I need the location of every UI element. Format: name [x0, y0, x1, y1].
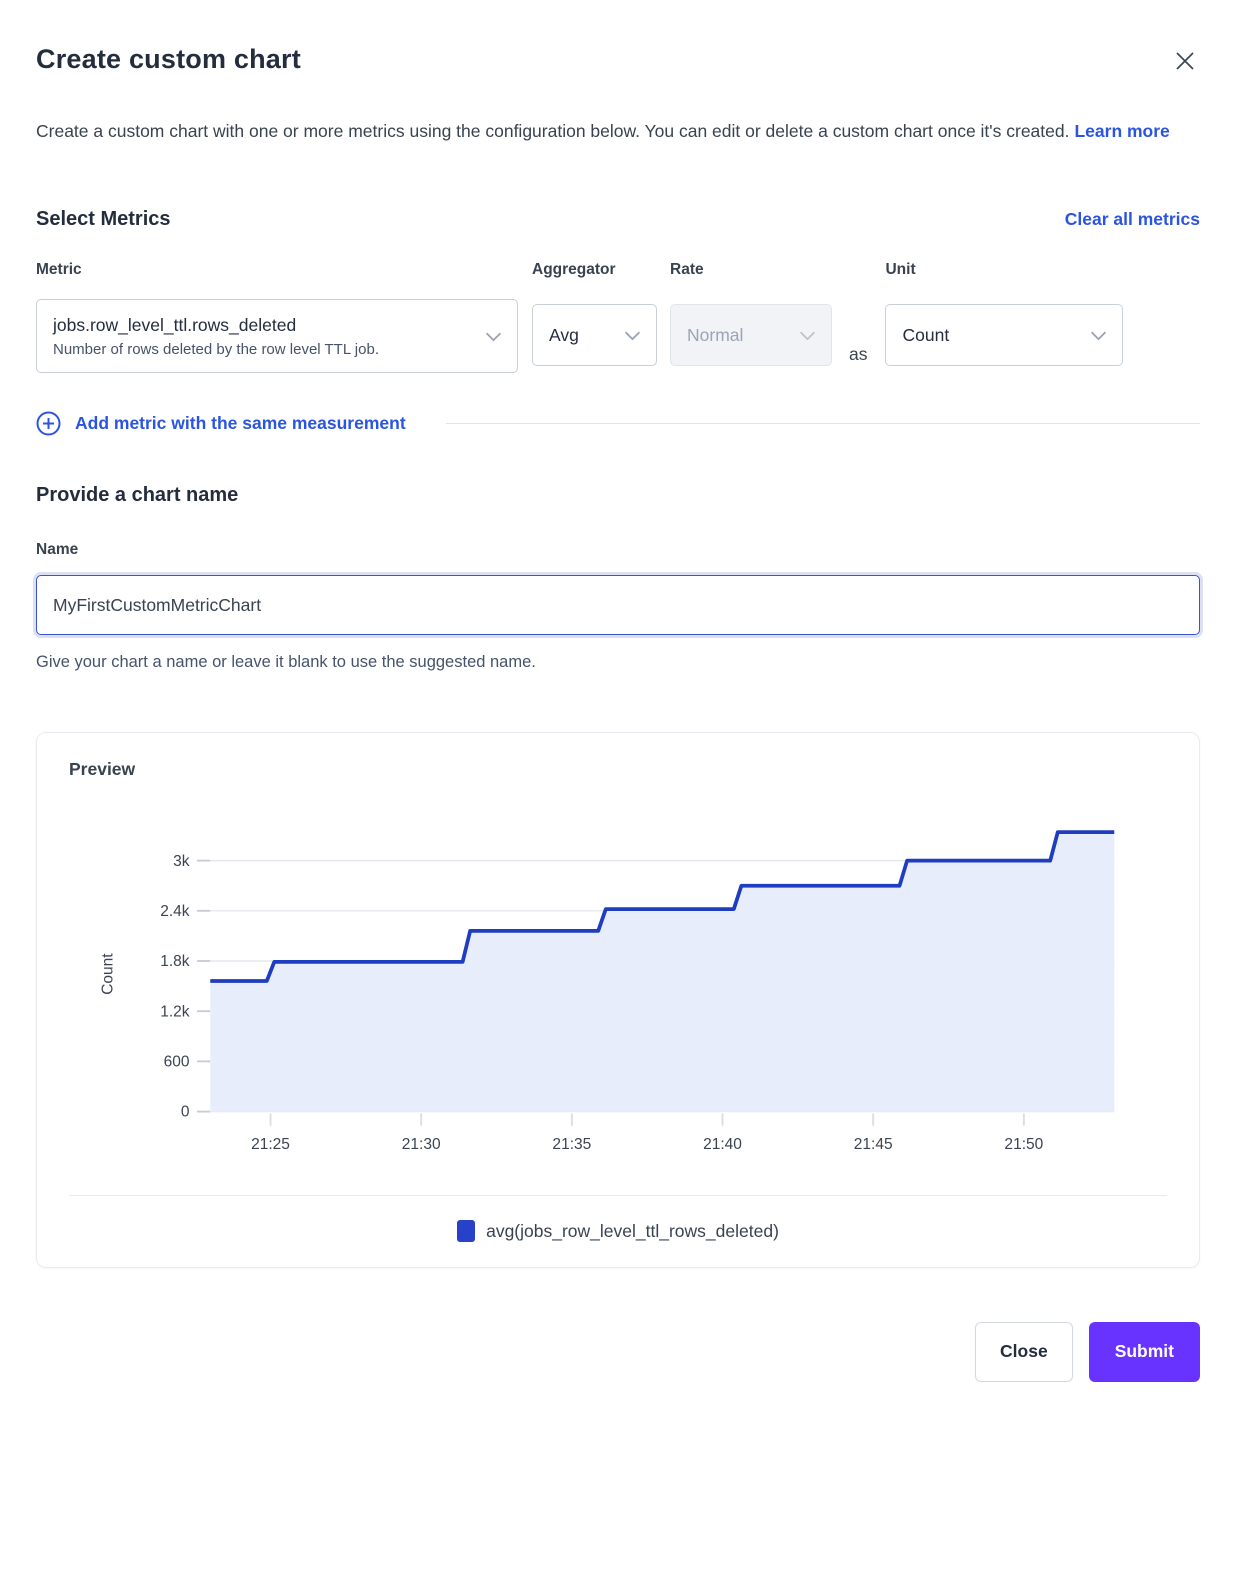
svg-text:Count: Count	[99, 953, 116, 995]
dialog-description: Create a custom chart with one or more m…	[36, 112, 1186, 150]
chart-name-input[interactable]	[36, 575, 1200, 635]
preview-heading: Preview	[69, 759, 1167, 780]
as-label: as	[849, 344, 867, 365]
unit-label: Unit	[885, 261, 1123, 283]
metric-select-description: Number of rows deleted by the row level …	[53, 339, 379, 360]
chevron-down-icon	[1091, 325, 1107, 341]
metric-label: Metric	[36, 261, 518, 283]
unit-select[interactable]: Count	[885, 304, 1123, 366]
plus-circle-icon	[36, 411, 61, 436]
dialog-footer: Close Submit	[36, 1322, 1200, 1382]
dialog-header: Create custom chart	[36, 44, 1200, 76]
svg-text:21:30: 21:30	[402, 1136, 441, 1153]
select-metrics-header: Select Metrics Clear all metrics	[36, 208, 1200, 231]
add-metric-label: Add metric with the same measurement	[75, 413, 406, 434]
svg-text:21:40: 21:40	[703, 1136, 742, 1153]
svg-text:2.4k: 2.4k	[160, 903, 190, 920]
unit-select-value: Count	[902, 325, 949, 346]
clear-all-metrics-link[interactable]: Clear all metrics	[1065, 209, 1200, 230]
x-icon	[1174, 50, 1196, 72]
svg-text:600: 600	[164, 1054, 190, 1071]
chart-legend: avg(jobs_row_level_ttl_rows_deleted)	[69, 1195, 1167, 1267]
chevron-down-icon	[800, 325, 816, 341]
aggregator-select[interactable]: Avg	[532, 304, 657, 366]
rate-field: Rate Normal	[657, 261, 832, 366]
add-metric-link[interactable]: Add metric with the same measurement	[36, 411, 406, 436]
description-text: Create a custom chart with one or more m…	[36, 121, 1069, 141]
chevron-down-icon	[625, 325, 641, 341]
svg-text:21:35: 21:35	[552, 1136, 591, 1153]
svg-text:1.8k: 1.8k	[160, 953, 190, 970]
legend-swatch	[457, 1220, 475, 1242]
svg-text:21:50: 21:50	[1004, 1136, 1043, 1153]
add-metric-row: Add metric with the same measurement	[36, 411, 1200, 436]
aggregator-select-value: Avg	[549, 325, 579, 346]
preview-chart: 0 600 1.2k 1.8k 2.4k 3k 21:25 21:30 21:35 21:40 21…	[69, 814, 1167, 1161]
name-helper-text: Give your chart a name or leave it blank…	[36, 653, 1200, 672]
metric-field: Metric jobs.row_level_ttl.rows_deleted N…	[36, 261, 518, 373]
rate-label: Rate	[670, 261, 832, 283]
metric-select[interactable]: jobs.row_level_ttl.rows_deleted Number o…	[36, 299, 518, 373]
learn-more-link[interactable]: Learn more	[1074, 121, 1169, 141]
chart-name-heading: Provide a chart name	[36, 484, 1200, 507]
legend-label: avg(jobs_row_level_ttl_rows_deleted)	[486, 1221, 779, 1242]
name-label: Name	[36, 541, 1200, 559]
divider	[446, 423, 1200, 424]
preview-card: Preview 0 600 1.2k 1.8k 2.4k 3k 21:25 21:30 21:3…	[36, 732, 1200, 1268]
svg-text:21:25: 21:25	[251, 1136, 290, 1153]
create-custom-chart-dialog: Create custom chart Create a custom char…	[36, 44, 1200, 1382]
rate-select: Normal	[670, 304, 832, 366]
aggregator-field: Aggregator Avg	[518, 261, 657, 366]
metric-select-value: jobs.row_level_ttl.rows_deleted	[53, 313, 296, 337]
svg-text:3k: 3k	[173, 853, 190, 870]
chevron-down-icon	[486, 326, 502, 342]
rate-select-value: Normal	[687, 325, 743, 346]
submit-button[interactable]: Submit	[1089, 1322, 1200, 1382]
unit-field: Unit Count	[885, 261, 1123, 366]
metric-config-row: Metric jobs.row_level_ttl.rows_deleted N…	[36, 261, 1200, 373]
page-title: Create custom chart	[36, 44, 301, 75]
aggregator-label: Aggregator	[532, 261, 657, 283]
select-metrics-heading: Select Metrics	[36, 208, 171, 231]
svg-text:0: 0	[181, 1104, 190, 1121]
svg-text:21:45: 21:45	[854, 1136, 893, 1153]
chart-area: 0 600 1.2k 1.8k 2.4k 3k 21:25 21:30 21:35 21:40 21…	[69, 814, 1167, 1161]
svg-text:1.2k: 1.2k	[160, 1003, 190, 1020]
close-icon[interactable]	[1170, 46, 1200, 76]
close-button[interactable]: Close	[975, 1322, 1073, 1382]
